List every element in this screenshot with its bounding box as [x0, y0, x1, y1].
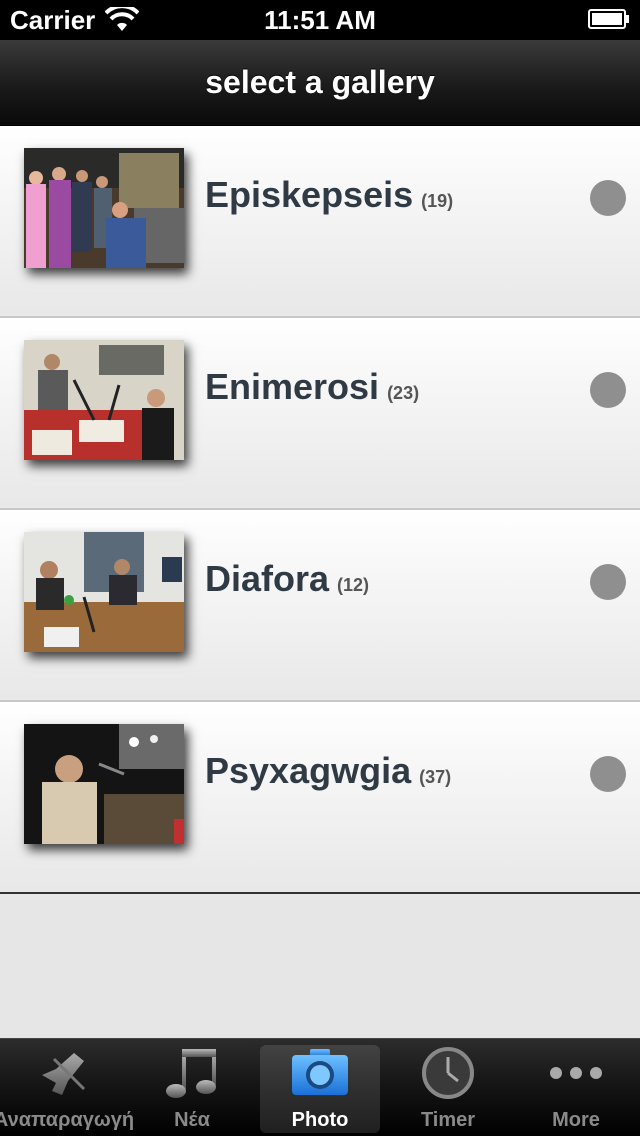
speaker-icon: [42, 1053, 86, 1095]
gallery-title: Enimerosi (23): [205, 366, 419, 408]
gallery-title: Psyxagwgia (37): [205, 750, 451, 792]
disclosure-indicator-icon: [590, 180, 626, 216]
battery-icon: [588, 9, 629, 29]
more-dots-icon: [550, 1067, 602, 1079]
gallery-count: (23): [387, 383, 420, 403]
gallery-thumbnail: [24, 532, 184, 652]
gallery-title-text: Psyxagwgia: [205, 750, 412, 791]
tab-more[interactable]: More: [512, 1039, 640, 1136]
page-title: select a gallery: [205, 64, 435, 100]
gallery-title-text: Episkepseis: [205, 174, 414, 215]
gallery-count: (12): [337, 575, 370, 595]
gallery-thumbnail: [24, 340, 184, 460]
gallery-count: (19): [421, 191, 454, 211]
disclosure-indicator-icon: [590, 564, 626, 600]
status-bar: Carrier 11:51 AM: [0, 0, 640, 40]
gallery-count: (37): [419, 767, 452, 787]
gallery-row-episkepseis[interactable]: Episkepseis (19): [0, 126, 640, 318]
status-time: 11:51 AM: [264, 5, 376, 35]
gallery-row-diafora[interactable]: Diafora (12): [0, 510, 640, 702]
gallery-thumbnail: [24, 724, 184, 844]
gallery-title-text: Enimerosi: [205, 366, 380, 407]
tab-timer[interactable]: Timer: [384, 1039, 512, 1136]
gallery-row-enimerosi[interactable]: Enimerosi (23): [0, 318, 640, 510]
gallery-title: Diafora (12): [205, 558, 369, 600]
disclosure-indicator-icon: [590, 372, 626, 408]
tab-label: Αναπαραγωγή: [0, 1109, 135, 1131]
camera-icon: [292, 1049, 348, 1095]
disclosure-indicator-icon: [590, 756, 626, 792]
tab-label: Timer: [420, 1109, 476, 1131]
gallery-list: Episkepseis (19) Enimerosi (23) Diafora …: [0, 126, 640, 894]
gallery-title-text: Diafora: [205, 558, 330, 599]
clock-icon: [422, 1047, 474, 1099]
tab-photo[interactable]: Photo: [256, 1039, 384, 1136]
tab-label: More: [552, 1109, 600, 1131]
gallery-row-psyxagwgia[interactable]: Psyxagwgia (37): [0, 702, 640, 894]
tab-bar: Αναπαραγωγή Νέα Photo Timer More: [0, 1038, 640, 1136]
tab-label: Νέα: [174, 1109, 210, 1131]
tab-anaparagogi[interactable]: Αναπαραγωγή: [0, 1039, 134, 1136]
tab-label: Photo: [291, 1109, 349, 1131]
gallery-title: Episkepseis (19): [205, 174, 453, 216]
music-note-icon: [166, 1049, 216, 1098]
tab-nea[interactable]: Νέα: [128, 1039, 256, 1136]
navigation-bar: select a gallery: [0, 40, 640, 126]
gallery-thumbnail: [24, 148, 184, 268]
